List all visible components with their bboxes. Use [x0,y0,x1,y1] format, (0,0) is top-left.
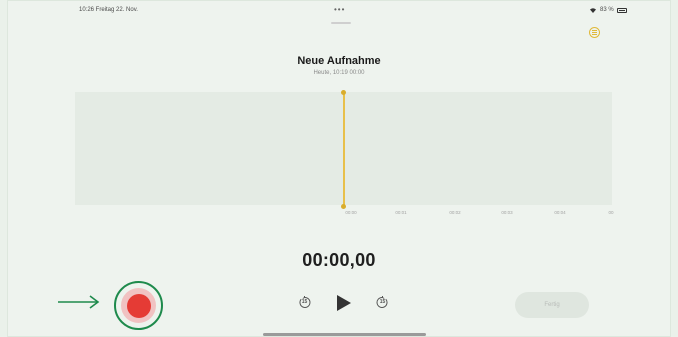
done-button[interactable]: Fertig [515,292,589,318]
elapsed-timer: 00:00,00 [302,250,376,270]
options-button[interactable] [589,27,600,38]
record-button[interactable] [114,281,163,330]
arrow-right-icon [58,295,100,309]
timeline-tick: 00:04 [554,210,566,215]
record-button-halo [121,288,156,323]
playhead-top-knob[interactable] [341,90,346,95]
battery-icon [616,7,627,13]
skip-forward-button[interactable]: 15 [376,296,389,309]
skip-back-button[interactable]: 15 [298,296,311,309]
sheet-grabber[interactable] [331,22,351,24]
recording-subtitle: Heute, 10:19 00:00 [313,70,365,76]
battery-percent: 83 % [600,7,614,13]
wifi-icon [590,8,596,13]
timeline-tick: 00 [608,210,614,215]
status-time-date: 10:26 Freitag 22. Nov. [79,7,138,13]
timeline-tick: 00:00 [345,210,357,215]
skip-back-label: 15 [301,299,308,305]
home-indicator[interactable] [263,333,426,336]
recording-title[interactable]: Neue Aufnahme [0,55,678,67]
timeline-tick: 00:02 [449,210,461,215]
timeline-tick: 00:01 [395,210,407,215]
skip-forward-label: 15 [379,299,386,305]
timeline-ruler: 00:00 00:01 00:02 00:03 00:04 00 [0,210,678,220]
play-icon[interactable] [333,293,353,313]
status-indicators: 83 % [589,7,627,13]
timeline-tick: 00:03 [501,210,513,215]
playhead[interactable] [343,92,345,207]
options-icon [592,32,597,33]
playhead-bottom-knob[interactable] [341,204,346,209]
record-icon [126,293,151,318]
multitask-dots[interactable]: ••• [334,5,345,14]
